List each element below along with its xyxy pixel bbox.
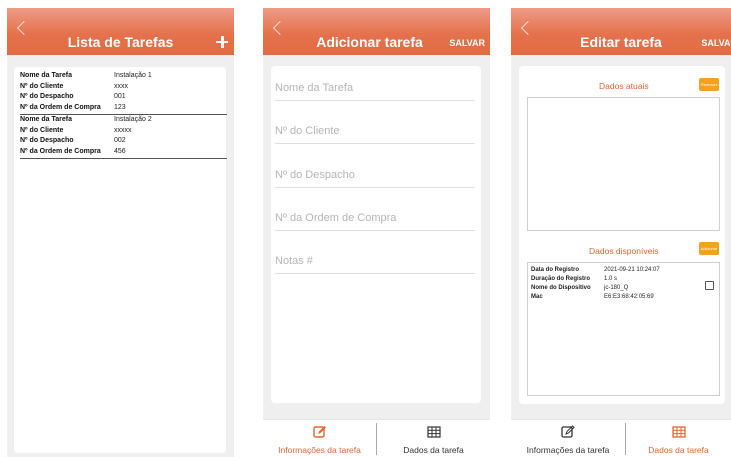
table-icon: [427, 425, 441, 439]
table-icon: [672, 425, 686, 439]
tab-bar: Informações da tarefa Dados da tarefa: [511, 419, 731, 457]
order-label: Nº da Ordem de Compra: [20, 103, 114, 114]
client-label: Nº do Cliente: [20, 126, 114, 137]
available-data-box: Data do Registro2021-09-21 10:24:07 Dura…: [527, 262, 720, 396]
task-list: Nome da TarefaInstalação 1 Nº do Cliente…: [14, 67, 226, 453]
header: Lista de Tarefas: [7, 8, 234, 55]
mac-value: E6:E3:68:42:05:69: [604, 293, 654, 302]
device-name-value: jc-180_Q: [604, 284, 628, 293]
task-list-screen: Lista de Tarefas Nome da TarefaInstalaçã…: [7, 8, 234, 457]
client-value: xxxxx: [114, 126, 132, 137]
task-name-value: Instalação 1: [114, 71, 152, 82]
current-data-title: Dados atuais: [599, 81, 649, 91]
page-title: Editar tarefa: [511, 34, 731, 50]
current-data-box: [527, 97, 720, 231]
task-data-panel: Dados atuais Remover Dados disponíveis A…: [519, 66, 725, 404]
remove-button[interactable]: Remover: [699, 78, 719, 91]
dispatch-number-placeholder: Nº do Despacho: [275, 169, 355, 181]
tab-task-data-label: Dados da tarefa: [377, 445, 490, 455]
dispatch-value: 001: [114, 92, 126, 103]
dispatch-value: 002: [114, 136, 126, 147]
tab-task-info[interactable]: Informações da tarefa: [511, 420, 625, 457]
record-item[interactable]: Data do Registro2021-09-21 10:24:07 Dura…: [531, 266, 660, 302]
order-value: 456: [114, 147, 126, 158]
task-name-value: Instalação 2: [114, 115, 152, 126]
save-button[interactable]: SALVAR: [449, 38, 485, 48]
divider: [20, 158, 227, 159]
client-number-placeholder: Nº do Cliente: [275, 125, 340, 137]
tab-task-info[interactable]: Informações da tarefa: [263, 420, 376, 457]
task-name-label: Nome da Tarefa: [20, 115, 114, 126]
purchase-order-placeholder: Nº da Ordem de Compra: [275, 212, 396, 224]
list-item[interactable]: Nome da TarefaInstalação 2 Nº do Cliente…: [20, 115, 227, 159]
dispatch-label: Nº do Despacho: [20, 136, 114, 147]
client-label: Nº do Cliente: [20, 82, 114, 93]
tab-task-data[interactable]: Dados da tarefa: [626, 420, 731, 457]
record-duration-label: Duração do Registro: [531, 275, 604, 284]
task-form: Nome da Tarefa Nº do Cliente Nº do Despa…: [271, 66, 481, 403]
record-duration-value: 1.0 s: [604, 275, 617, 284]
order-value: 123: [114, 103, 126, 114]
plus-icon[interactable]: [216, 36, 228, 48]
chevron-left-icon[interactable]: [17, 21, 31, 35]
notes-field[interactable]: Notas #: [275, 246, 475, 274]
notes-placeholder: Notas #: [275, 255, 313, 267]
chevron-left-icon[interactable]: [273, 21, 287, 35]
device-name-label: Nome do Dispositivo: [531, 284, 604, 293]
client-number-field[interactable]: Nº do Cliente: [275, 116, 475, 144]
tab-task-data[interactable]: Dados da tarefa: [377, 420, 490, 457]
page-title: Lista de Tarefas: [7, 34, 234, 50]
record-date-value: 2021-09-21 10:24:07: [604, 266, 660, 275]
tab-task-info-label: Informações da tarefa: [511, 445, 625, 455]
add-task-screen: Adicionar tarefa SALVAR Nome da Tarefa N…: [263, 8, 490, 457]
edit-icon: [561, 425, 575, 439]
task-name-placeholder: Nome da Tarefa: [275, 82, 353, 94]
mac-label: Mac: [531, 293, 604, 302]
dispatch-number-field[interactable]: Nº do Despacho: [275, 160, 475, 188]
record-checkbox[interactable]: [705, 281, 714, 290]
purchase-order-field[interactable]: Nº da Ordem de Compra: [275, 203, 475, 231]
list-item[interactable]: Nome da TarefaInstalação 1 Nº do Cliente…: [20, 71, 227, 115]
chevron-left-icon[interactable]: [521, 21, 535, 35]
edit-icon: [313, 425, 327, 439]
header: Adicionar tarefa SALVAR: [263, 8, 490, 55]
available-data-title: Dados disponíveis: [589, 246, 658, 256]
client-value: xxxx: [114, 82, 128, 93]
save-button[interactable]: SALVAR: [701, 38, 731, 48]
order-label: Nº da Ordem de Compra: [20, 147, 114, 158]
header: Editar tarefa SALVAR: [511, 8, 731, 55]
edit-task-screen: Editar tarefa SALVAR Dados atuais Remove…: [511, 8, 731, 457]
task-name-label: Nome da Tarefa: [20, 71, 114, 82]
tab-bar: Informações da tarefa Dados da tarefa: [263, 419, 490, 457]
tab-task-data-label: Dados da tarefa: [626, 445, 731, 455]
add-button[interactable]: Adicionar: [699, 242, 719, 255]
task-name-field[interactable]: Nome da Tarefa: [275, 73, 475, 101]
dispatch-label: Nº do Despacho: [20, 92, 114, 103]
record-date-label: Data do Registro: [531, 266, 604, 275]
tab-task-info-label: Informações da tarefa: [263, 445, 376, 455]
